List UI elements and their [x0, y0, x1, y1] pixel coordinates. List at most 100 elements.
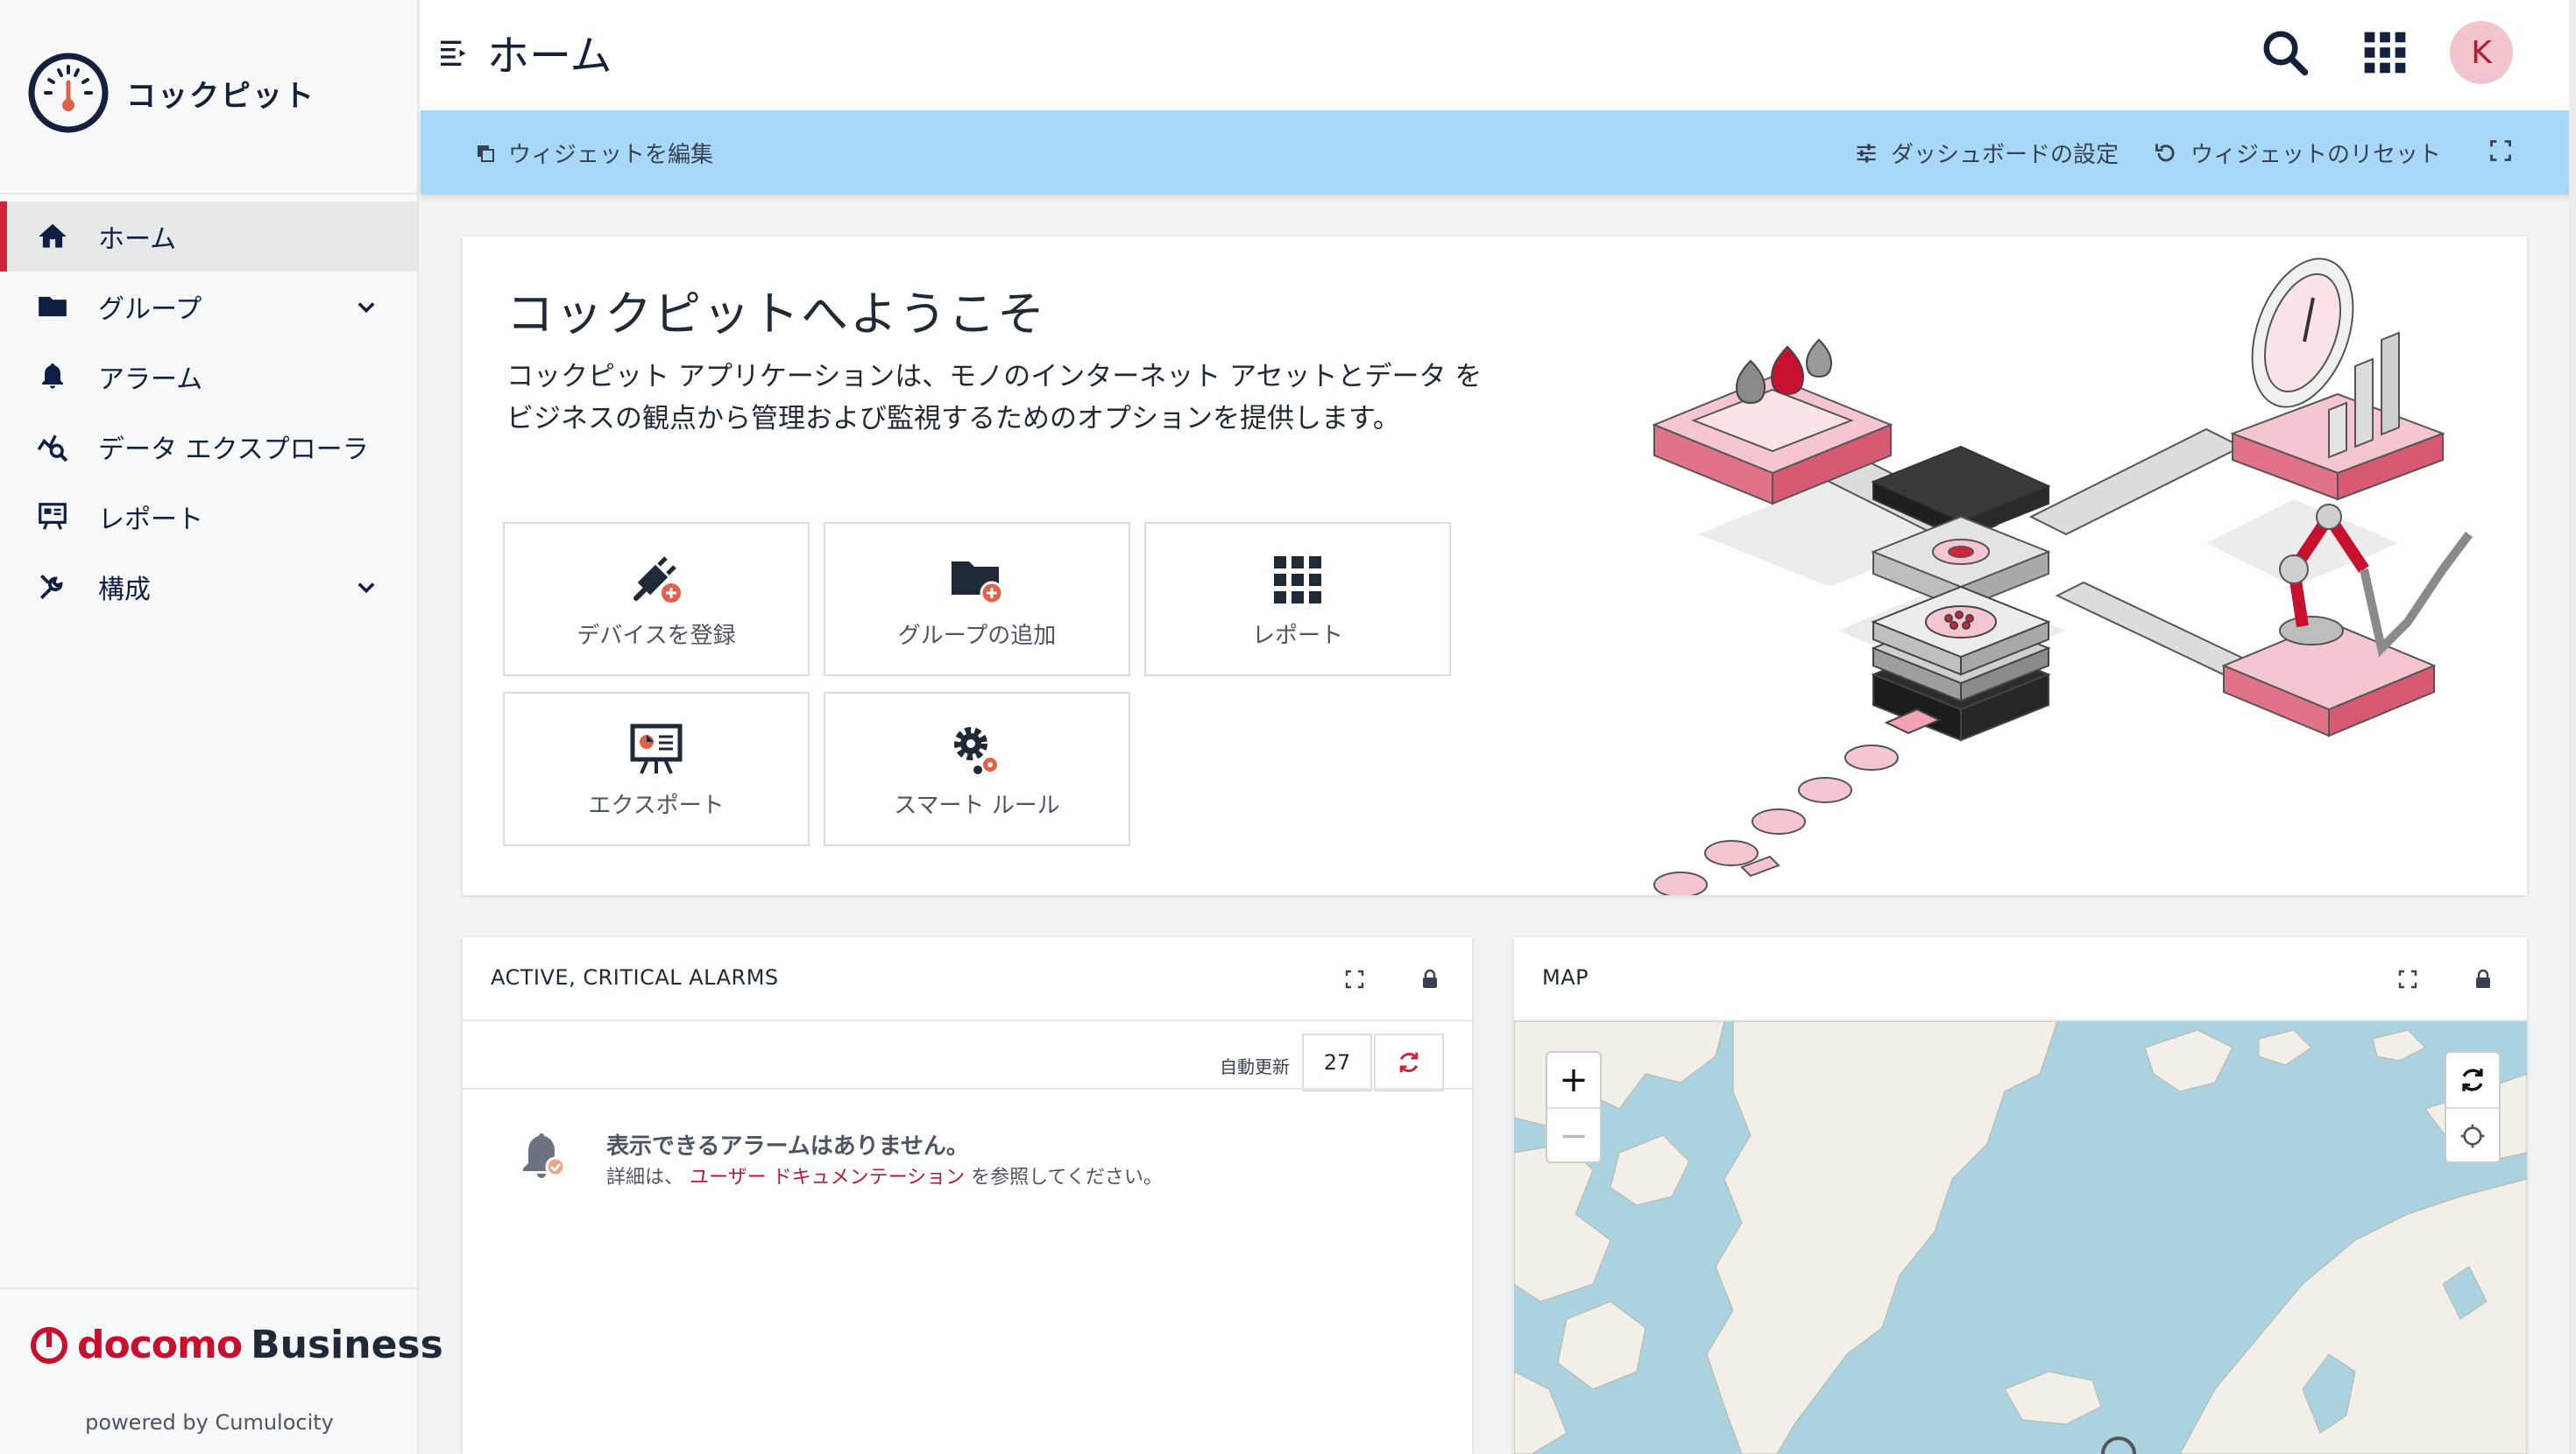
center-map-button[interactable]	[2446, 1109, 2499, 1163]
sliders-icon	[1857, 144, 1876, 162]
edit-widgets-label: ウィジェットを編集	[508, 142, 714, 168]
dashboard-action-bar: ウィジェットを編集 ダッシュボードの設定 ウィジェットのリセット	[421, 110, 2576, 194]
menu-toggle-icon[interactable]	[436, 35, 471, 70]
reset-widgets-button[interactable]: ウィジェットのリセット	[2154, 137, 2441, 169]
dashboard-settings-button[interactable]: ダッシュボードの設定	[1854, 137, 2119, 169]
map-canvas[interactable]: + −	[1514, 1021, 2527, 1454]
user-avatar[interactable]: K	[2450, 21, 2513, 84]
zoom-control: + −	[1546, 1051, 1602, 1163]
auto-refresh-label: 自動更新	[1220, 1056, 1290, 1077]
welcome-text: コックピット アプリケーションは、モノのインターネット アセットとデータ をビジ…	[506, 361, 1483, 434]
refresh-button[interactable]	[1374, 1034, 1444, 1091]
dashboard-settings-label: ダッシュボードの設定	[1891, 142, 2120, 168]
quick-link-label: エクスポート	[588, 792, 725, 819]
home-icon	[35, 219, 70, 254]
welcome-title: コックピットへようこそ	[506, 286, 1046, 342]
plug-add-icon	[633, 555, 681, 603]
countdown-value: 27	[1323, 1050, 1351, 1075]
refresh-icon	[2462, 1069, 2483, 1091]
gears-icon	[954, 726, 997, 774]
presentation-icon	[630, 723, 683, 774]
divider	[463, 1088, 1472, 1090]
data-explorer-icon	[35, 429, 70, 464]
sidebar-item-alarms[interactable]: アラーム	[0, 342, 417, 412]
page-scrollbar[interactable]	[2569, 0, 2576, 1454]
bell-check-icon	[523, 1133, 566, 1178]
chevron-down-icon[interactable]	[354, 294, 379, 319]
app-brand[interactable]: コックピット	[26, 49, 315, 137]
reload-map-button[interactable]	[2446, 1053, 2499, 1109]
docomo-business-logo: docomo Business	[30, 1323, 443, 1367]
map-tiles[interactable]	[1514, 1021, 2527, 1454]
folder-add-icon	[952, 561, 1004, 604]
report-icon	[35, 499, 70, 534]
grid-icon	[1274, 555, 1321, 603]
brand-docomo: docomo	[77, 1323, 243, 1367]
sidebar-item-data-explorer[interactable]: データ エクスプローラ	[0, 412, 417, 482]
quick-link-label: デバイスを登録	[577, 622, 736, 649]
configuration-icon	[35, 569, 70, 604]
widget-title: MAP	[1542, 965, 1589, 990]
crosshair-icon	[2460, 1124, 2485, 1148]
lock-icon[interactable]	[2473, 969, 2494, 990]
smart-rules-button[interactable]: スマート ルール	[824, 692, 1130, 846]
refresh-icon	[1399, 1052, 1419, 1073]
export-button[interactable]: エクスポート	[503, 692, 810, 846]
sidebar-item-groups[interactable]: グループ	[0, 272, 417, 342]
quick-link-label: スマート ルール	[894, 792, 1060, 819]
empty-prefix: 詳細は、	[606, 1167, 684, 1189]
divider	[0, 193, 417, 194]
powered-by: powered by Cumulocity	[85, 1410, 334, 1435]
sidebar-item-label: グループ	[98, 294, 202, 325]
lock-icon[interactable]	[1419, 969, 1440, 990]
sidebar: コックピット ホーム グループ アラーム データ エクスプローラ レポート 構成…	[0, 0, 443, 1454]
edit-widgets-button[interactable]: ウィジェットを編集	[475, 137, 713, 169]
folder-icon	[35, 289, 70, 324]
sidebar-item-label: アラーム	[98, 364, 203, 395]
divider	[0, 1288, 417, 1289]
quick-link-label: レポート	[1251, 622, 1343, 649]
sidebar-item-label: レポート	[98, 505, 203, 535]
auto-refresh-countdown[interactable]: 27	[1302, 1034, 1372, 1091]
top-header: ホーム K	[421, 0, 2576, 110]
documentation-link[interactable]: ユーザー ドキュメンテーション	[690, 1167, 965, 1189]
sidebar-nav: ホーム グループ アラーム データ エクスプローラ レポート 構成	[0, 201, 417, 622]
sidebar-item-label: 構成	[98, 575, 151, 605]
reset-icon	[2155, 144, 2175, 161]
search-icon[interactable]	[2259, 26, 2311, 79]
cockpit-gauge-icon	[28, 53, 109, 133]
page-title: ホーム	[487, 32, 612, 81]
zoom-out-button[interactable]: −	[1547, 1109, 1600, 1163]
sidebar-item-label: ホーム	[98, 224, 177, 255]
copy-icon	[478, 145, 494, 162]
widget-header: ACTIVE, CRITICAL ALARMS	[463, 937, 1472, 1021]
sidebar-item-home[interactable]: ホーム	[0, 201, 417, 272]
zoom-in-button[interactable]: +	[1547, 1053, 1600, 1109]
sidebar-item-reports[interactable]: レポート	[0, 482, 417, 552]
empty-state-text: 詳細は、 ユーザー ドキュメンテーション を参照してください。	[606, 1161, 1163, 1189]
sidebar-item-configuration[interactable]: 構成	[0, 552, 417, 622]
sidebar-item-label: データ エクスプローラ	[98, 434, 369, 465]
map-widget: MAP + −	[1514, 937, 2527, 1454]
bell-icon	[35, 359, 70, 394]
expand-icon[interactable]	[1344, 969, 1365, 990]
widget-header: MAP	[1514, 937, 2527, 1021]
welcome-widget: コックピットへようこそ コックピット アプリケーションは、モノのインターネット …	[463, 236, 2527, 895]
expand-icon[interactable]	[2397, 969, 2418, 990]
iot-isometric-illustration	[1652, 258, 2473, 895]
widget-title: ACTIVE, CRITICAL ALARMS	[491, 965, 779, 990]
register-device-button[interactable]: デバイスを登録	[503, 522, 810, 676]
empty-state-title: 表示できるアラームはありません。	[606, 1133, 969, 1160]
reset-widgets-label: ウィジェットのリセット	[2190, 142, 2442, 168]
fullscreen-icon[interactable]	[2488, 138, 2513, 163]
add-group-button[interactable]: グループの追加	[824, 522, 1130, 676]
reports-button[interactable]: レポート	[1144, 522, 1451, 676]
chevron-down-icon[interactable]	[354, 575, 379, 599]
alarms-widget: ACTIVE, CRITICAL ALARMS 自動更新 27 表示できるアラー…	[463, 937, 1472, 1454]
app-switcher-icon[interactable]	[2360, 28, 2410, 77]
quick-link-label: グループの追加	[897, 622, 1057, 649]
docomo-logo-icon	[31, 1326, 67, 1364]
map-actions-control	[2445, 1051, 2501, 1163]
app-name: コックピット	[126, 78, 315, 114]
empty-suffix: を参照してください。	[971, 1167, 1163, 1189]
